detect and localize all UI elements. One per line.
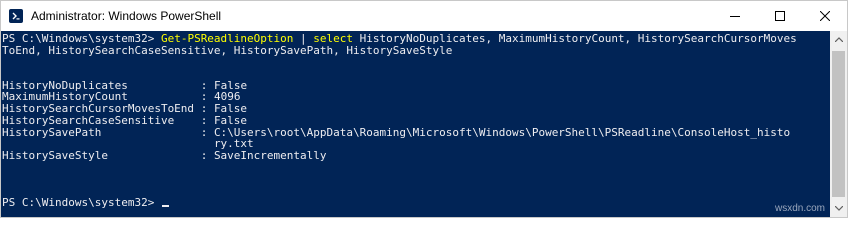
powershell-window: Administrator: Windows PowerShell PS C:\… <box>0 0 848 218</box>
final-prompt-line: PS C:\Windows\system32> <box>2 195 830 209</box>
maximize-icon <box>774 11 785 21</box>
close-icon <box>819 11 830 21</box>
final-prompt: PS C:\Windows\system32> <box>2 195 155 209</box>
console-output[interactable]: PS C:\Windows\system32> Get-PSReadlineOp… <box>1 31 830 217</box>
scroll-up-button[interactable] <box>830 31 847 48</box>
property-value: C:\Users\root\AppData\Roaming\Microsoft\… <box>213 125 791 139</box>
property-value: SaveIncrementally <box>213 148 327 162</box>
output-list: HistoryNoDuplicates : False MaximumHistor… <box>2 79 830 162</box>
minimize-button[interactable] <box>712 1 757 31</box>
chevron-up-icon <box>834 37 843 42</box>
window-title: Administrator: Windows PowerShell <box>31 9 222 23</box>
vertical-scrollbar[interactable] <box>830 31 847 217</box>
maximize-button[interactable] <box>757 1 802 31</box>
scroll-down-button[interactable] <box>830 200 847 217</box>
property-name: HistorySaveStyle <box>2 148 108 162</box>
watermark: wsxdn.com <box>774 203 825 214</box>
title-bar[interactable]: Administrator: Windows PowerShell <box>1 1 847 31</box>
command-line-2: ToEnd, HistorySearchCaseSensitive, Histo… <box>2 43 830 57</box>
cursor <box>161 204 169 207</box>
window-controls <box>712 1 847 31</box>
close-button[interactable] <box>802 1 847 31</box>
select-args-line-2: ToEnd, HistorySearchCaseSensitive, Histo… <box>2 43 453 57</box>
output-row: HistorySaveStyle : SaveIncrementally <box>2 150 830 162</box>
minimize-icon <box>729 16 740 17</box>
chevron-down-icon <box>834 206 843 211</box>
powershell-icon[interactable] <box>9 9 23 23</box>
scroll-thumb[interactable] <box>832 51 845 197</box>
